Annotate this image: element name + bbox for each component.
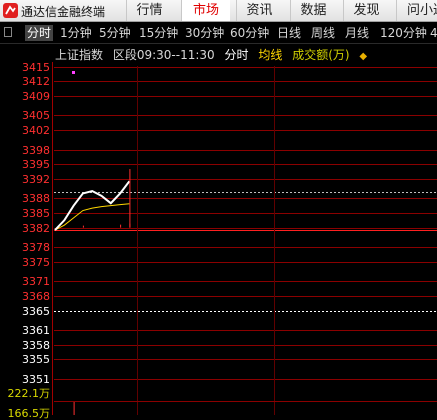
price-tick-label: 3382 bbox=[22, 221, 50, 235]
period-5min[interactable]: 5分钟 bbox=[99, 25, 131, 41]
volume-label[interactable]: 成交额(万) bbox=[292, 48, 349, 62]
period-daily[interactable]: 日线 bbox=[277, 25, 301, 41]
price-tick-label: 3405 bbox=[22, 108, 50, 122]
period-60min[interactable]: 60分钟 bbox=[230, 25, 269, 41]
period-monthly[interactable]: 月线 bbox=[345, 25, 369, 41]
menu-shuju[interactable]: 数据 bbox=[290, 0, 336, 21]
price-tick-label: 3368 bbox=[22, 289, 50, 303]
app-logo-icon bbox=[3, 3, 18, 18]
price-tick-label: 3361 bbox=[22, 323, 50, 337]
price-tick-label: 3385 bbox=[22, 206, 50, 220]
price-line-series bbox=[54, 180, 131, 231]
high-marker bbox=[72, 71, 75, 74]
menu-zixun[interactable]: 资讯 bbox=[236, 0, 282, 21]
menu-shichang[interactable]: 市场 bbox=[181, 0, 230, 21]
period-30min[interactable]: 30分钟 bbox=[185, 25, 224, 41]
price-tick-label: 3398 bbox=[22, 143, 50, 157]
avg-line-label: 均线 bbox=[258, 48, 283, 62]
panel-toggle-icon[interactable] bbox=[4, 27, 12, 37]
price-tick-label: 3358 bbox=[22, 338, 50, 352]
price-tick-label: 3355 bbox=[22, 352, 50, 366]
menu-hangqing[interactable]: 行情 bbox=[126, 0, 172, 21]
price-tick-label: 3392 bbox=[22, 172, 50, 186]
period-1min[interactable]: 1分钟 bbox=[60, 25, 92, 41]
price-tick-label: 3351 bbox=[22, 372, 50, 386]
price-tick-label: 3378 bbox=[22, 240, 50, 254]
intraday-chart[interactable]: 3415 3412 3409 3405 3402 3398 3395 3392 3388 3385… bbox=[0, 44, 437, 420]
price-tick-label: 3412 bbox=[22, 74, 50, 88]
menu-wenxiaoda[interactable]: 问小达 bbox=[396, 0, 437, 21]
price-tick-label: 3371 bbox=[22, 274, 50, 288]
period-120min[interactable]: 120分钟 bbox=[380, 25, 427, 41]
volume-tick-label: 222.1万 bbox=[7, 387, 51, 400]
period-toolbar: 分时 1分钟 5分钟 15分钟 30分钟 60分钟 日线 周线 月线 120分钟… bbox=[0, 22, 437, 44]
period-weekly[interactable]: 周线 bbox=[311, 25, 335, 41]
price-tick-label: 3402 bbox=[22, 123, 50, 137]
price-tick-label: 3395 bbox=[22, 157, 50, 171]
indicator-switch-icon[interactable]: ◆ bbox=[359, 51, 367, 62]
time-range: 区段09:30--11:30 bbox=[112, 48, 215, 62]
volume-tick-label: 166.5万 bbox=[7, 407, 51, 420]
price-axis: 3415 3412 3409 3405 3402 3398 3395 3392 3388 3385… bbox=[0, 44, 52, 420]
chart-mode-label[interactable]: 分时 bbox=[225, 48, 249, 62]
price-tick-label: 3415 bbox=[22, 60, 50, 74]
period-15min[interactable]: 15分钟 bbox=[139, 25, 178, 41]
period-more[interactable]: 4 bbox=[430, 25, 437, 41]
price-tick-label: 3375 bbox=[22, 255, 50, 269]
menu-faxian[interactable]: 发现 bbox=[343, 0, 389, 21]
app-title: 通达信金融终端 bbox=[21, 5, 106, 19]
chart-header: 上证指数 区段09:30--11:30 分时 均线 成交额(万) ◆ bbox=[55, 46, 373, 63]
price-tick-label: 3388 bbox=[22, 191, 50, 205]
price-tick-label: 3365 bbox=[22, 304, 50, 318]
title-bar: 通达信金融终端 行情 市场 资讯 数据 发现 问小达 bbox=[0, 0, 437, 22]
price-tick-label: 3409 bbox=[22, 89, 50, 103]
period-fenshi[interactable]: 分时 bbox=[25, 25, 54, 41]
chart-plot bbox=[52, 62, 437, 415]
index-name[interactable]: 上证指数 bbox=[55, 48, 103, 62]
